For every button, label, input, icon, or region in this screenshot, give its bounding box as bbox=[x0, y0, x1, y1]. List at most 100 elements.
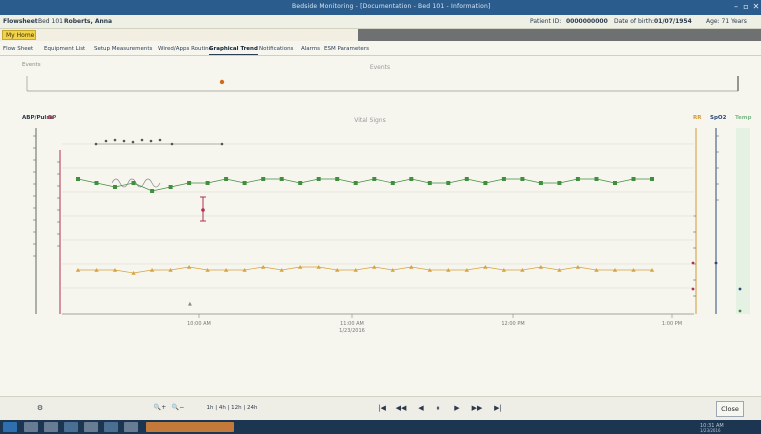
data-point-spo2[interactable] bbox=[538, 181, 543, 185]
data-point-spo2[interactable] bbox=[187, 181, 192, 185]
tab-esm-parameters[interactable]: ESM Parameters bbox=[324, 45, 369, 54]
tab-notifications[interactable]: Notifications bbox=[259, 45, 293, 54]
temp-axis-band bbox=[736, 128, 750, 314]
time-range-selector[interactable]: 1h | 4h | 12h | 24h bbox=[190, 402, 274, 414]
age-label: Age: 71 Years bbox=[706, 18, 747, 25]
data-point-spo2[interactable] bbox=[427, 181, 432, 185]
trend-canvas: Events Events ABP/Pulse BP Vital Signs R… bbox=[22, 62, 751, 334]
tab-wired-apps[interactable]: Wired/Apps Routine bbox=[158, 45, 212, 54]
patient-id-label: Patient ID: bbox=[530, 18, 562, 25]
patient-id-value: 0000000000 bbox=[566, 18, 608, 25]
taskbar-app-icon[interactable] bbox=[104, 422, 118, 432]
vitals-title: Vital Signs bbox=[354, 117, 385, 124]
data-point-spo2[interactable] bbox=[76, 177, 80, 181]
tab-flow-sheet[interactable]: Flow Sheet bbox=[3, 45, 33, 54]
data-point-spo2[interactable] bbox=[446, 181, 451, 185]
taskbar-app-icon[interactable] bbox=[64, 422, 78, 432]
data-point-spo2[interactable] bbox=[353, 181, 358, 185]
graphical-trend-pane: Events Events ABP/Pulse BP Vital Signs R… bbox=[0, 56, 761, 396]
taskbar-app-icon[interactable] bbox=[124, 422, 138, 432]
dob-value: 01/07/1954 bbox=[654, 18, 692, 25]
patient-header: Flowsheet Bed 101 Roberts, Anna Patient … bbox=[0, 15, 761, 29]
x-axis-ticks bbox=[198, 314, 673, 318]
data-point-spo2[interactable] bbox=[261, 177, 266, 181]
data-point-spo2[interactable] bbox=[279, 177, 284, 181]
data-point-spo2[interactable] bbox=[205, 181, 210, 185]
data-point-spo2[interactable] bbox=[520, 177, 525, 181]
x-tick-label: 1:00 PM bbox=[662, 321, 682, 327]
taskbar-active-app[interactable] bbox=[146, 422, 234, 432]
left-axis-label-bp: BP bbox=[48, 115, 56, 121]
data-point-spo2[interactable] bbox=[575, 177, 580, 181]
data-point-spo2[interactable] bbox=[224, 177, 229, 181]
events-left-label: Events bbox=[22, 62, 41, 68]
bp-measurement[interactable] bbox=[200, 196, 206, 222]
data-point-spo2[interactable] bbox=[409, 177, 414, 181]
taskbar-date: 1/23/2016 bbox=[700, 428, 721, 433]
data-point-spo2[interactable] bbox=[501, 177, 506, 181]
series-layer bbox=[75, 177, 655, 275]
data-point-spo2[interactable] bbox=[372, 177, 377, 181]
home-button[interactable]: My Home bbox=[2, 30, 36, 40]
data-point-spo2[interactable] bbox=[335, 177, 340, 181]
data-point-spo2[interactable] bbox=[168, 185, 173, 189]
taskbar-app-icon[interactable] bbox=[24, 422, 38, 432]
next-icon[interactable]: ▶ bbox=[452, 402, 462, 414]
right-axis-label-spo2: SpO2 bbox=[710, 115, 727, 121]
data-point-spo2[interactable] bbox=[631, 177, 636, 181]
tab-setup-measurements[interactable]: Setup Measurements bbox=[94, 45, 152, 54]
tab-alarms[interactable]: Alarms bbox=[301, 45, 320, 54]
time-cursor-marker[interactable]: ▲ bbox=[188, 301, 192, 307]
data-point-spo2[interactable] bbox=[650, 177, 654, 181]
close-button[interactable]: Close bbox=[716, 401, 744, 417]
data-point-spo2[interactable] bbox=[242, 181, 247, 185]
start-icon[interactable] bbox=[3, 422, 17, 432]
zoom-out-icon[interactable]: 🔍− bbox=[170, 402, 186, 414]
last-page-icon[interactable]: ▶| bbox=[492, 402, 504, 414]
data-point-spo2[interactable] bbox=[390, 181, 395, 185]
left-axis-ticks bbox=[33, 135, 60, 257]
data-point-spo2[interactable] bbox=[113, 185, 117, 189]
x-tick-label: 12:00 PM bbox=[501, 321, 524, 327]
prev-page-icon[interactable]: ◀◀ bbox=[394, 402, 408, 414]
data-point-spo2[interactable] bbox=[557, 181, 562, 185]
series-line-rr bbox=[78, 266, 652, 274]
plot-grid bbox=[62, 143, 694, 289]
settings-icon[interactable]: ⚙ bbox=[34, 402, 46, 414]
minimize-icon[interactable]: – bbox=[731, 2, 741, 12]
tab-equipment-list[interactable]: Equipment List bbox=[44, 45, 85, 54]
data-point-spo2[interactable] bbox=[594, 177, 599, 181]
next-page-icon[interactable]: ▶▶ bbox=[470, 402, 484, 414]
right-axis-label-rr: RR bbox=[693, 115, 702, 121]
x-date-label: 1/23/2016 bbox=[339, 328, 365, 334]
taskbar-app-icon[interactable] bbox=[44, 422, 58, 432]
menu-bar: My Home bbox=[0, 29, 761, 41]
tab-graphical-trend[interactable]: Graphical Trend bbox=[209, 45, 258, 55]
data-point-spo2[interactable] bbox=[94, 181, 99, 185]
trend-toolbar: ⚙ 🔍+ 🔍− 1h | 4h | 12h | 24h |◀ ◀◀ ◀ ⏸ ▶ … bbox=[0, 396, 761, 421]
title-bar: Bedside Monitoring - [Documentation - Be… bbox=[0, 0, 761, 15]
data-point-spo2[interactable] bbox=[613, 181, 617, 185]
event-marker[interactable] bbox=[219, 79, 225, 85]
data-point-spo2[interactable] bbox=[298, 181, 303, 185]
pause-icon[interactable]: ⏸ bbox=[433, 402, 443, 414]
taskbar-app-icon[interactable] bbox=[84, 422, 98, 432]
patient-name: Roberts, Anna bbox=[64, 18, 113, 25]
menu-bar-filler bbox=[358, 29, 761, 41]
tab-strip: Flow Sheet Equipment List Setup Measurem… bbox=[0, 45, 761, 55]
data-point-spo2[interactable] bbox=[483, 181, 488, 185]
bp-range-track bbox=[94, 138, 224, 146]
data-point-spo2[interactable] bbox=[131, 181, 136, 185]
close-icon[interactable]: ✕ bbox=[751, 2, 761, 12]
first-page-icon[interactable]: |◀ bbox=[376, 402, 388, 414]
maximize-icon[interactable]: ▫ bbox=[741, 2, 751, 12]
data-point-spo2[interactable] bbox=[150, 189, 155, 193]
right-axis-ticks bbox=[693, 135, 719, 297]
zoom-in-icon[interactable]: 🔍+ bbox=[152, 402, 168, 414]
data-point-spo2[interactable] bbox=[464, 177, 469, 181]
app-name: Flowsheet bbox=[3, 18, 38, 25]
events-title: Events bbox=[370, 64, 390, 71]
bed-label: Bed 101 bbox=[38, 18, 63, 25]
prev-icon[interactable]: ◀ bbox=[416, 402, 426, 414]
data-point-spo2[interactable] bbox=[316, 177, 321, 181]
